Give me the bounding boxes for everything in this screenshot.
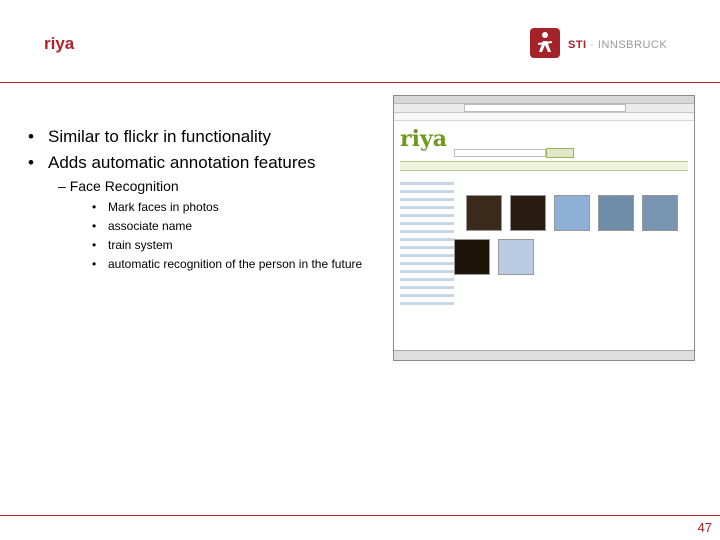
logo-place: INNSBRUCK xyxy=(597,39,668,51)
sub-sub-item: • Mark faces in photos xyxy=(92,198,362,217)
bullet-dot: • xyxy=(92,238,97,252)
header-rule xyxy=(0,82,720,83)
browser-statusbar xyxy=(394,350,694,360)
sub-bullet: – Face Recognition xyxy=(58,178,179,194)
logo-sti: STI xyxy=(568,39,587,51)
browser-toolbar xyxy=(394,113,694,121)
slide-title: riya xyxy=(44,34,75,53)
logo-text: STI · INNSBRUCK xyxy=(568,39,667,51)
bullet-text: Similar to flickr in functionality xyxy=(48,127,271,146)
riya-nav-bar xyxy=(400,161,688,171)
bullet-dot: • xyxy=(28,153,34,172)
logo-sep: · xyxy=(586,39,598,51)
photo-thumbnail xyxy=(598,195,634,231)
photo-thumbnail xyxy=(498,239,534,275)
page-number: 47 xyxy=(697,520,712,535)
riya-search-field xyxy=(454,149,546,157)
sub-sub-text: associate name xyxy=(108,219,193,233)
riya-sidebar xyxy=(400,177,454,342)
riya-browser-screenshot: riya xyxy=(393,95,695,361)
photo-thumbnail xyxy=(454,239,490,275)
riya-logo: riya xyxy=(400,126,447,152)
bullet-dot: • xyxy=(92,200,97,214)
sub-sub-text: train system xyxy=(108,238,173,252)
sti-logo-icon xyxy=(530,28,560,58)
sub-sub-text: Mark faces in photos xyxy=(108,200,219,214)
bullet-dot: • xyxy=(92,257,97,271)
sub-sub-bullet-list: • Mark faces in photos • associate name • t… xyxy=(92,198,362,274)
bullet-text: Adds automatic annotation features xyxy=(48,153,316,172)
bullet-list: • Similar to flickr in functionality • Add… xyxy=(28,124,315,176)
photo-thumbnail xyxy=(642,195,678,231)
footer-rule xyxy=(0,515,720,516)
photo-thumbnail xyxy=(554,195,590,231)
photo-thumbnail xyxy=(466,195,502,231)
sti-innsbruck-logo: STI · INNSBRUCK xyxy=(526,26,676,60)
riya-search-button xyxy=(546,148,574,158)
bullet-dot: • xyxy=(92,219,97,233)
sub-sub-item: • associate name xyxy=(92,217,362,236)
bullet-dot: • xyxy=(28,127,34,146)
bullet-item: • Similar to flickr in functionality xyxy=(28,124,315,150)
riya-page: riya xyxy=(394,121,694,350)
browser-url-field xyxy=(464,104,626,112)
photo-thumbnail xyxy=(510,195,546,231)
sub-bullet-text: Face Recognition xyxy=(69,178,179,194)
browser-titlebar xyxy=(394,96,694,104)
sub-sub-item: • automatic recognition of the person in … xyxy=(92,255,362,274)
sub-sub-text: automatic recognition of the person in t… xyxy=(108,257,363,271)
sub-sub-item: • train system xyxy=(92,236,362,255)
bullet-item: • Adds automatic annotation features xyxy=(28,150,315,176)
